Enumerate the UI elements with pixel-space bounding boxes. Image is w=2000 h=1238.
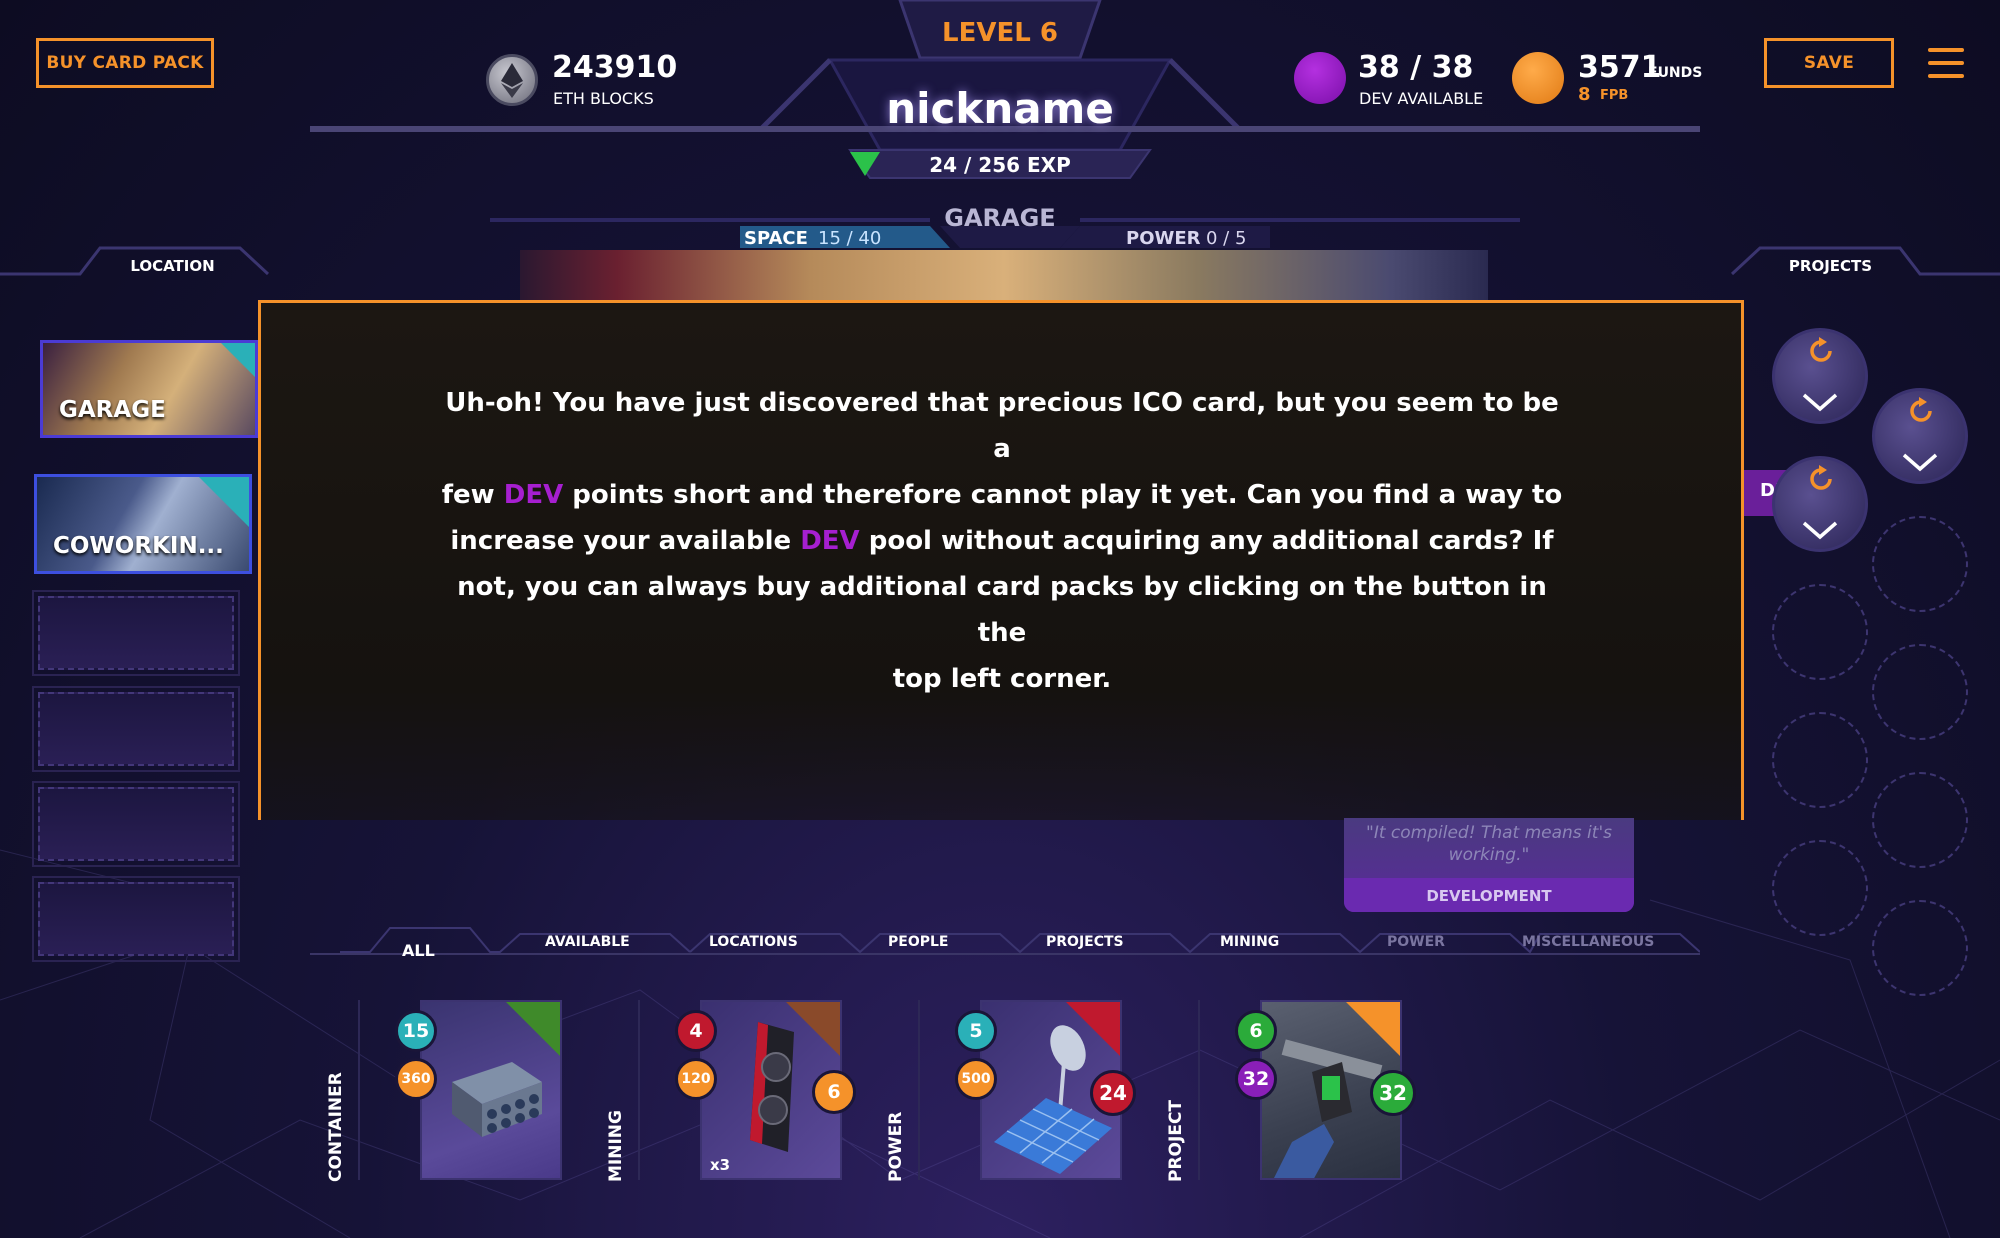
empty-location-slot[interactable]: [32, 590, 240, 676]
message-text: few: [441, 480, 504, 510]
power-value: 0 / 5: [1206, 228, 1247, 249]
message-line: Uh-oh! You have just discovered that pre…: [445, 388, 1559, 464]
category-divider: [638, 1000, 640, 1180]
message-line: increase your available DEV pool without…: [440, 518, 1564, 564]
card-badge-teal: 15: [395, 1010, 437, 1052]
category-divider: [358, 1000, 360, 1180]
category-label: PROJECT: [1166, 1099, 1186, 1182]
category-label: MINING: [606, 1110, 626, 1182]
buy-card-pack-button[interactable]: BUY CARD PACK: [36, 38, 214, 88]
location-scene: [520, 250, 1488, 302]
category-divider: [1198, 1000, 1200, 1180]
card-badge-green: 32: [1370, 1070, 1416, 1116]
tabs-underline: [310, 953, 1700, 955]
tab-projects[interactable]: PROJECTS: [1046, 934, 1124, 950]
tutorial-message: Uh-oh! You have just discovered that pre…: [440, 380, 1564, 702]
dev-orb-icon: [1294, 52, 1346, 104]
card-corner: [199, 477, 249, 527]
space-value: 15 / 40: [818, 228, 882, 249]
location-heading: LOCATION: [130, 257, 215, 275]
card-quote: "It compiled! That means it's working.": [1366, 823, 1612, 865]
empty-location-slot[interactable]: [32, 876, 240, 962]
tab-people[interactable]: PEOPLE: [888, 934, 948, 950]
card-badge-orange: 6: [812, 1070, 856, 1114]
message-line: not, you can always buy additional card …: [457, 572, 1547, 648]
exp-label: 24 / 256 EXP: [929, 153, 1071, 177]
eth-value: 243910: [552, 50, 678, 85]
card-badge-red: 4: [675, 1010, 717, 1052]
tab-available[interactable]: AVAILABLE: [545, 934, 630, 950]
location-card-label: COWORKIN...: [53, 533, 224, 559]
card-badge-orange: 360: [395, 1058, 437, 1100]
category-label: CONTAINER: [326, 1072, 346, 1182]
save-button[interactable]: SAVE: [1764, 38, 1894, 88]
card-badge-red: 24: [1090, 1070, 1136, 1116]
card-badge-teal: 5: [955, 1010, 997, 1052]
empty-project-slot[interactable]: [1872, 644, 1968, 740]
empty-project-slot[interactable]: [1772, 584, 1868, 680]
message-line: top left corner.: [892, 664, 1112, 694]
hand-card-container[interactable]: [420, 1000, 562, 1180]
empty-location-slot[interactable]: [32, 781, 240, 867]
card-badge-green: 6: [1235, 1010, 1277, 1052]
card-count: x3: [710, 1156, 731, 1174]
message-text: increase your available: [450, 526, 801, 556]
tab-power[interactable]: POWER: [1387, 934, 1445, 950]
space-label: SPACE: [744, 228, 808, 249]
refresh-icon[interactable]: [1906, 396, 1936, 426]
category-divider: [918, 1000, 920, 1180]
exp-arrow-icon: [850, 152, 880, 176]
eth-label: ETH BLOCKS: [553, 89, 654, 108]
location-card-garage[interactable]: GARAGE: [40, 340, 258, 438]
card-badge-orange: 120: [675, 1058, 717, 1100]
refresh-icon[interactable]: [1806, 464, 1836, 494]
dev-keyword: DEV: [503, 480, 564, 510]
card-badge-purple: 32: [1235, 1058, 1277, 1100]
card-corner: [506, 1002, 560, 1056]
projects-heading: PROJECTS: [1788, 257, 1873, 275]
card-corner: [221, 343, 255, 377]
empty-project-slot[interactable]: [1772, 712, 1868, 808]
card-badge-orange: 500: [955, 1058, 997, 1100]
chevron-down-icon[interactable]: [1802, 392, 1838, 412]
menu-icon[interactable]: [1928, 48, 1964, 80]
fpb-label: FPB: [1600, 88, 1629, 103]
dev-label: DEV AVAILABLE: [1359, 89, 1484, 108]
funds-label: FUNDS: [1648, 65, 1703, 81]
mining-rig-icon: [452, 1062, 542, 1137]
dev-keyword: DEV: [800, 526, 860, 556]
eth-icon: [486, 54, 538, 106]
tab-locations[interactable]: LOCATIONS: [709, 934, 798, 950]
message-text: points short and therefore cannot play i…: [563, 480, 1563, 510]
location-title: GARAGE: [944, 204, 1056, 232]
empty-project-slot[interactable]: [1872, 772, 1968, 868]
dev-value: 38 / 38: [1358, 50, 1474, 85]
fpb-value: 8: [1578, 84, 1591, 105]
power-label: POWER: [1126, 228, 1201, 249]
chevron-down-icon[interactable]: [1802, 520, 1838, 540]
empty-project-slot[interactable]: [1772, 840, 1868, 936]
chevron-down-icon[interactable]: [1902, 452, 1938, 472]
empty-location-slot[interactable]: [32, 686, 240, 772]
level-label: LEVEL 6: [942, 18, 1058, 48]
empty-project-slot[interactable]: [1872, 516, 1968, 612]
tab-mining[interactable]: MINING: [1220, 934, 1279, 950]
funds-orb-icon: [1512, 52, 1564, 104]
refresh-icon[interactable]: [1806, 336, 1836, 366]
empty-project-slot[interactable]: [1872, 900, 1968, 996]
location-card-coworking[interactable]: COWORKIN...: [34, 474, 252, 574]
message-text: pool without acquiring any additional ca…: [859, 526, 1554, 556]
location-card-label: GARAGE: [59, 397, 166, 423]
nickname: nickname: [886, 84, 1114, 133]
gpu-icon: [750, 1022, 794, 1152]
drawn-card-peek[interactable]: "It compiled! That means it's working." …: [1344, 818, 1634, 912]
category-label: POWER: [886, 1111, 906, 1182]
tab-miscellaneous[interactable]: MISCELLANEOUS: [1522, 934, 1654, 950]
message-line: few DEV points short and therefore canno…: [440, 472, 1564, 518]
tab-all[interactable]: ALL: [402, 941, 435, 960]
card-type: DEVELOPMENT: [1426, 887, 1552, 905]
